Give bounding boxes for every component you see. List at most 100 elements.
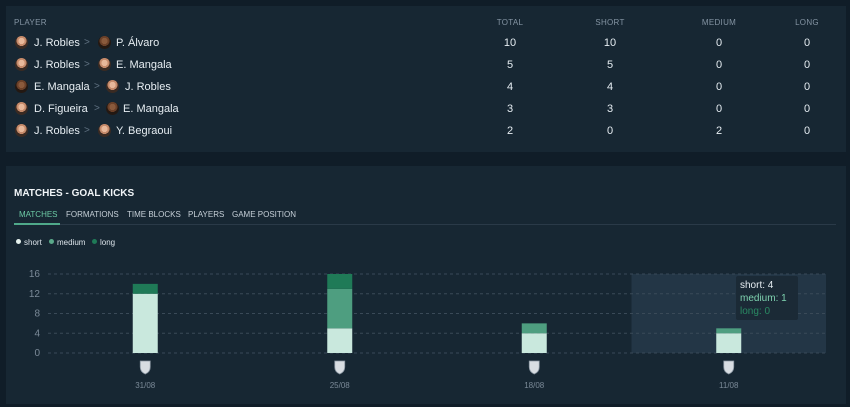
bar-short bbox=[716, 333, 742, 353]
long-value: 0 bbox=[803, 103, 811, 115]
club-crest-icon bbox=[528, 360, 540, 375]
short-value: 3 bbox=[606, 103, 614, 115]
player-avatar bbox=[15, 80, 28, 93]
pass-pairs-panel: PLAYER TOTAL SHORT MEDIUM LONG J. Robles… bbox=[6, 6, 846, 152]
legend-item-medium[interactable]: medium bbox=[49, 238, 85, 247]
y-tick-label: 4 bbox=[34, 328, 40, 339]
player-avatar bbox=[106, 80, 119, 93]
tab-bar: MATCHES FORMATIONS TIME BLOCKS PLAYERS G… bbox=[14, 208, 836, 225]
legend-item-short[interactable]: short bbox=[16, 238, 42, 247]
header-medium: MEDIUM bbox=[701, 18, 737, 27]
header-long: LONG bbox=[795, 18, 819, 27]
tooltip-short: short: 4 bbox=[740, 280, 774, 291]
short-value: 10 bbox=[603, 37, 617, 49]
club-crest-icon bbox=[334, 360, 346, 375]
tab-game-position[interactable]: GAME POSITION bbox=[232, 210, 296, 219]
legend-label: long bbox=[100, 238, 116, 247]
short-value: 0 bbox=[606, 125, 614, 137]
player-avatar bbox=[15, 102, 28, 115]
short-value: 5 bbox=[606, 59, 614, 71]
chart-tooltip: short: 4 medium: 1 long: 0 bbox=[736, 276, 798, 320]
player-avatar bbox=[15, 58, 28, 71]
legend-item-long[interactable]: long bbox=[92, 238, 115, 247]
short-swatch bbox=[16, 239, 21, 244]
y-tick-label: 0 bbox=[34, 348, 40, 359]
legend-label: medium bbox=[57, 238, 86, 247]
player-to: E. Mangala bbox=[123, 103, 179, 115]
goal-kicks-chart: 0 4 8 12 16 31/08 25/08 18/08 11/08 bbox=[29, 269, 826, 390]
player-avatar bbox=[15, 124, 28, 137]
player-to: P. Álvaro bbox=[116, 37, 160, 49]
table-row[interactable]: J. Robles > P. Álvaro 10 10 0 0 bbox=[6, 33, 846, 55]
player-from: J. Robles bbox=[34, 125, 80, 137]
club-crest-icon bbox=[723, 360, 735, 375]
bar-long bbox=[327, 274, 353, 289]
section-title: MATCHES - GOAL KICKS bbox=[14, 188, 135, 199]
short-value: 4 bbox=[606, 81, 614, 93]
player-to: J. Robles bbox=[125, 81, 171, 93]
club-crest-icon bbox=[139, 360, 151, 375]
medium-swatch bbox=[49, 239, 54, 244]
medium-value: 0 bbox=[715, 37, 723, 49]
active-tab-indicator bbox=[14, 223, 60, 225]
total-value: 2 bbox=[506, 125, 514, 137]
total-value: 10 bbox=[503, 37, 517, 49]
y-tick-label: 8 bbox=[34, 309, 40, 320]
long-swatch bbox=[92, 239, 97, 244]
legend-label: short bbox=[24, 238, 42, 247]
player-to: Y. Begraoui bbox=[116, 125, 173, 137]
tab-matches[interactable]: MATCHES bbox=[19, 210, 58, 219]
chevron-right-icon: > bbox=[84, 59, 90, 70]
tooltip-medium: medium: 1 bbox=[740, 293, 787, 304]
x-tick-label: 18/08 bbox=[524, 381, 545, 390]
player-from: E. Mangala bbox=[34, 81, 90, 93]
medium-value: 0 bbox=[715, 81, 723, 93]
tooltip-long: long: 0 bbox=[740, 306, 771, 317]
bar-short bbox=[521, 333, 547, 353]
player-avatar bbox=[98, 58, 111, 71]
table-row[interactable]: E. Mangala > J. Robles 4 4 0 0 bbox=[6, 77, 846, 99]
player-avatar bbox=[15, 36, 28, 49]
x-tick-label: 25/08 bbox=[330, 381, 351, 390]
tab-formations[interactable]: FORMATIONS bbox=[66, 210, 119, 219]
total-value: 5 bbox=[506, 59, 514, 71]
bar-long bbox=[132, 283, 158, 294]
x-tick-label: 31/08 bbox=[135, 381, 156, 390]
long-value: 0 bbox=[803, 81, 811, 93]
player-from: J. Robles bbox=[34, 37, 80, 49]
y-tick-label: 12 bbox=[29, 289, 41, 300]
bar-short bbox=[327, 328, 353, 353]
table-row[interactable]: J. Robles > E. Mangala 5 5 0 0 bbox=[6, 55, 846, 77]
player-to: E. Mangala bbox=[116, 59, 172, 71]
chevron-right-icon: > bbox=[94, 103, 100, 114]
y-tick-label: 16 bbox=[29, 269, 41, 280]
goal-kicks-panel: MATCHES - GOAL KICKS MATCHES FORMATIONS … bbox=[6, 166, 846, 404]
bar-medium bbox=[521, 323, 547, 334]
chevron-right-icon: > bbox=[94, 81, 100, 92]
long-value: 0 bbox=[803, 125, 811, 137]
player-avatar bbox=[98, 36, 111, 49]
bar-medium bbox=[327, 288, 353, 329]
long-value: 0 bbox=[803, 59, 811, 71]
chevron-right-icon: > bbox=[84, 125, 90, 136]
table-row[interactable]: D. Figueira > E. Mangala 3 3 0 0 bbox=[6, 99, 846, 121]
player-avatar bbox=[98, 124, 111, 137]
total-value: 3 bbox=[506, 103, 514, 115]
header-player: PLAYER bbox=[14, 18, 47, 27]
player-avatar bbox=[106, 102, 119, 115]
tab-players[interactable]: PLAYERS bbox=[188, 210, 224, 219]
table-row[interactable]: J. Robles > Y. Begraoui 2 0 2 0 bbox=[6, 121, 846, 143]
header-short: SHORT bbox=[595, 18, 625, 27]
bar-medium bbox=[716, 328, 742, 334]
medium-value: 2 bbox=[715, 125, 723, 137]
player-from: D. Figueira bbox=[34, 103, 88, 115]
total-value: 4 bbox=[506, 81, 514, 93]
medium-value: 0 bbox=[715, 103, 723, 115]
tab-time-blocks[interactable]: TIME BLOCKS bbox=[127, 210, 181, 219]
x-tick-label: 11/08 bbox=[719, 381, 739, 390]
medium-value: 0 bbox=[715, 59, 723, 71]
bar-short bbox=[132, 293, 158, 353]
long-value: 0 bbox=[803, 37, 811, 49]
player-from: J. Robles bbox=[34, 59, 80, 71]
chevron-right-icon: > bbox=[84, 37, 90, 48]
